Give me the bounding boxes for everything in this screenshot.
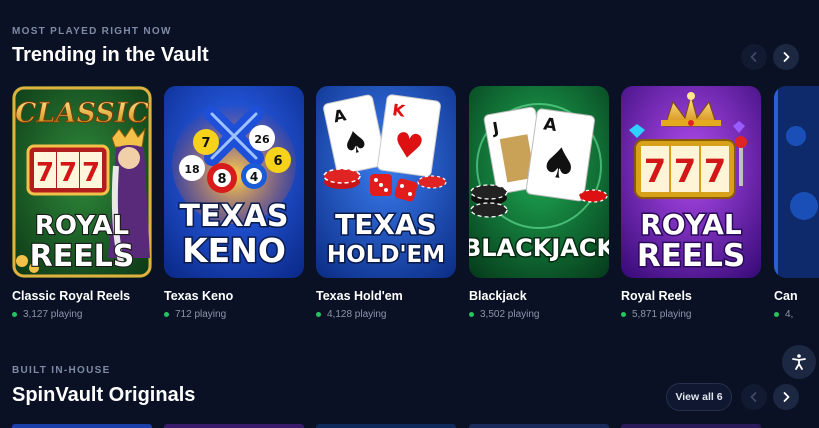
svg-text:8: 8 [217,172,226,187]
player-count: 4, [774,309,819,320]
trending-next-button[interactable] [773,44,799,70]
player-count: 4,128 playing [316,309,456,320]
svg-text:6: 6 [273,154,282,169]
trending-title: Trending in the Vault [12,44,209,66]
accessibility-icon [792,354,806,370]
trending-eyebrow: MOST PLAYED RIGHT NOW [12,26,172,37]
trending-prev-button[interactable] [741,44,767,70]
player-count: 712 playing [164,309,304,320]
art-text: BLACKJACK [469,234,609,262]
originals-next-button[interactable] [773,384,799,410]
art-text: TEXAS [335,208,437,241]
game-title[interactable]: Royal Reels [621,289,761,303]
player-count: 3,127 playing [12,309,152,320]
game-card-classic-royal-reels[interactable]: CLASSIC 7 7 7 ROYAL REELS Classic Royal … [12,86,152,320]
svg-text:7: 7 [644,152,666,190]
art-text: REELS [30,239,135,274]
live-dot-icon [621,312,626,317]
game-thumbnail-classic-royal-reels[interactable]: CLASSIC 7 7 7 ROYAL REELS [12,86,152,278]
art-text: HOLD'EM [327,242,445,268]
originals-card-peek[interactable] [621,424,761,428]
originals-card-peek[interactable] [316,424,456,428]
game-card-texas-holdem[interactable]: A ♠ K ♥ TEXAS HOLD'EM Texas Hold'em 4,128 … [316,86,456,320]
art-text: ROYAL [35,211,129,241]
live-dot-icon [12,312,17,317]
art-text: TEXAS [180,199,289,234]
game-card-royal-reels[interactable]: 7 7 7 ROYAL REELS Royal Reels 5,871 play… [621,86,761,320]
originals-card-peek[interactable] [469,424,609,428]
chevron-right-icon [783,52,790,62]
game-title[interactable]: Texas Hold'em [316,289,456,303]
player-count: 5,871 playing [621,309,761,320]
art-text: REELS [637,238,745,274]
svg-text:18: 18 [184,163,199,176]
game-title[interactable]: Blackjack [469,289,609,303]
live-dot-icon [469,312,474,317]
svg-text:7: 7 [82,158,100,188]
player-count: 3,502 playing [469,309,609,320]
game-title[interactable]: Texas Keno [164,289,304,303]
originals-card-peek[interactable] [164,424,304,428]
svg-text:7: 7 [59,158,77,188]
chevron-left-icon [750,392,757,402]
player-count-text: 4, [785,309,794,320]
art-text: ROYAL [640,208,742,241]
game-thumbnail-texas-holdem[interactable]: A ♠ K ♥ TEXAS HOLD'EM [316,86,456,278]
chevron-right-icon [783,392,790,402]
player-count-text: 3,127 playing [23,309,83,320]
live-dot-icon [774,312,779,317]
game-thumbnail-partial[interactable] [774,86,819,278]
originals-title: SpinVault Originals [12,384,196,406]
game-card-blackjack[interactable]: J A ♠ BLACKJACK Blackjack 3,502 playing [469,86,609,320]
game-title[interactable]: Classic Royal Reels [12,289,152,303]
game-thumbnail-texas-keno[interactable]: 7 26 18 8 4 6 TEXAS KENO [164,86,304,278]
originals-eyebrow: BUILT IN-HOUSE [12,365,111,376]
accessibility-button[interactable] [782,345,816,379]
game-thumbnail-royal-reels[interactable]: 7 7 7 ROYAL REELS [621,86,761,278]
chevron-left-icon [750,52,757,62]
originals-prev-button[interactable] [741,384,767,410]
svg-text:4: 4 [250,170,258,184]
art-text: CLASSIC [15,98,149,129]
svg-text:7: 7 [36,158,54,188]
svg-text:7: 7 [201,136,210,151]
svg-text:7: 7 [674,152,696,190]
player-count-text: 4,128 playing [327,309,387,320]
game-card-texas-keno[interactable]: 7 26 18 8 4 6 TEXAS KENO Texas Keno 712 … [164,86,304,320]
game-title[interactable]: Can [774,289,819,303]
live-dot-icon [316,312,321,317]
originals-card-peek[interactable] [12,424,152,428]
svg-text:26: 26 [254,133,270,146]
live-dot-icon [164,312,169,317]
svg-text:♠: ♠ [537,136,581,190]
player-count-text: 5,871 playing [632,309,692,320]
svg-text:7: 7 [704,152,726,190]
view-all-button[interactable]: View all 6 [666,383,732,411]
game-card-partial[interactable]: Can 4, [774,86,819,320]
player-count-text: 3,502 playing [480,309,540,320]
svg-text:♥: ♥ [391,125,427,169]
game-thumbnail-blackjack[interactable]: J A ♠ BLACKJACK [469,86,609,278]
art-text: KENO [182,231,286,270]
player-count-text: 712 playing [175,309,227,320]
